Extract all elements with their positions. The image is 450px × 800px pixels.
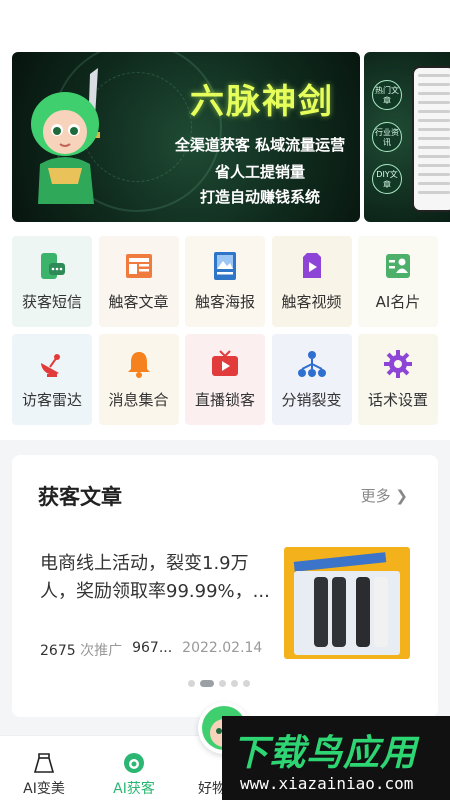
page-dot[interactable] [219,680,226,687]
feature-distribution[interactable]: 分销裂变 [271,334,352,425]
poster-icon [210,251,240,281]
phone-mockup [412,66,450,212]
watermark-brand: 下载鸟应用 [232,733,418,774]
view-count: 967... [132,640,173,656]
page-dot[interactable] [188,680,195,687]
feature-radar[interactable]: 访客雷达 [12,334,92,425]
page-dot[interactable] [231,680,238,687]
feature-label: AI名片 [375,293,421,311]
feature-label: 话术设置 [367,391,428,409]
page-dot[interactable] [243,680,250,687]
card-icon [383,251,413,281]
feature-label: 分销裂变 [281,391,342,409]
feature-poster[interactable]: 触客海报 [185,236,265,327]
feature-label: 获客短信 [21,293,82,311]
banner-line: 全渠道获客 私域流量运营 [174,136,346,154]
skirt-icon [4,750,84,776]
promo-banner-next[interactable]: 热门文章 行业资讯 DIY文章 [364,52,450,222]
feature-label: 访客雷达 [21,391,82,409]
banner-line: 打造自动赚钱系统 [199,188,320,206]
top-panel: 六脉神剑 全渠道获客 私域流量运营 省人工提销量 打造自动赚钱系统 热门文章 行… [0,0,450,440]
promo-banner[interactable]: 六脉神剑 全渠道获客 私域流量运营 省人工提销量 打造自动赚钱系统 [12,52,360,222]
video-icon [297,251,327,281]
article-thumbnail[interactable] [284,547,410,659]
tab-ai-beauty[interactable]: AI变美 [4,750,84,798]
feature-ai-card[interactable]: AI名片 [358,236,438,327]
section-title: 获客文章 [38,485,122,509]
banner-title: 六脉神剑 [190,82,334,122]
leaf-icon [94,750,174,776]
feature-article[interactable]: 触客文章 [98,236,179,327]
sms-icon [37,251,67,281]
gear-icon [383,349,413,379]
feature-label: 直播锁客 [194,391,255,409]
feature-grid: 获客短信 触客文章 触客海报 触客视频 AI名片 访客雷达 消息集合 直播锁客 … [12,236,438,425]
feature-label: 触客海报 [194,293,255,311]
page-dot-active[interactable] [200,680,214,687]
feature-video[interactable]: 触客视频 [271,236,352,327]
radar-icon [37,349,67,379]
tv-icon [210,349,240,379]
badge-industry-news: 行业资讯 [372,122,402,152]
chevron-right-icon: ❯ [395,487,408,505]
article-icon [124,251,154,281]
tab-label: AI获客 [113,781,155,797]
article-card: 获客文章 更多 ❯ 电商线上活动，裂变1.9万人，奖励领取率99.99%，...… [12,455,438,717]
bell-icon [124,349,154,379]
watermark: 下载鸟应用 www.xiazainiao.com [222,716,450,800]
mascot-image [31,68,100,204]
badge-diy-articles: DIY文章 [372,164,402,194]
badge-hot-articles: 热门文章 [372,80,402,110]
banner-line: 省人工提销量 [214,163,305,181]
tab-ai-acquire[interactable]: AI获客 [94,750,174,798]
article-stats: 2675 次推广 967... 2022.02.14 [40,640,290,660]
feature-live[interactable]: 直播锁客 [185,334,265,425]
feature-sms[interactable]: 获客短信 [12,236,92,327]
promotion-count: 2675 次推广 [40,643,123,659]
watermark-url: www.xiazainiao.com [240,774,414,793]
more-link[interactable]: 更多 ❯ [361,485,408,506]
feature-label: 触客文章 [108,293,169,311]
article-pagination[interactable] [188,680,250,687]
article-date: 2022.02.14 [182,640,263,656]
feature-script-settings[interactable]: 话术设置 [358,334,438,425]
network-icon [297,349,327,379]
feature-label: 触客视频 [281,293,342,311]
tab-label: AI变美 [23,781,65,797]
article-headline[interactable]: 电商线上活动，裂变1.9万人，奖励领取率99.99%，... [40,550,280,606]
more-label: 更多 [360,487,391,505]
feature-messages[interactable]: 消息集合 [98,334,179,425]
feature-label: 消息集合 [108,391,169,409]
